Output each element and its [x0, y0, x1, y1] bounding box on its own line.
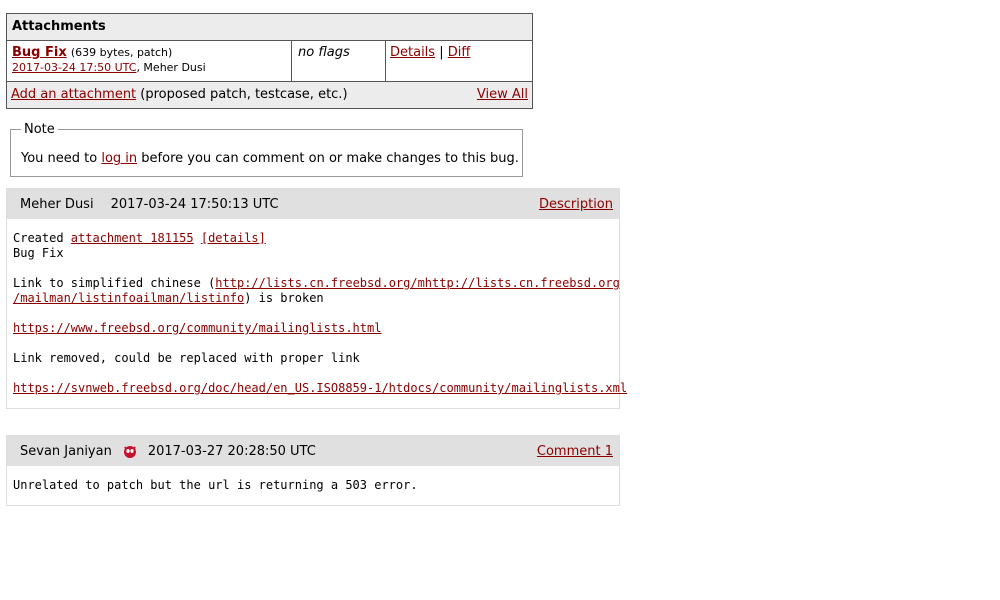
- comment-author[interactable]: Sevan Janiyan: [20, 444, 112, 459]
- note-legend: Note: [21, 122, 58, 137]
- comment-header: Sevan Janiyan 2017-03-27 20:28:50 UTC Co…: [7, 436, 619, 466]
- attachment-details-link[interactable]: Details: [390, 45, 435, 60]
- add-attachment-area: Add an attachment (proposed patch, testc…: [11, 82, 348, 108]
- add-attachment-link[interactable]: Add an attachment: [11, 87, 136, 102]
- attachments-header: Attachments: [7, 14, 532, 41]
- attachment-meta: (639 bytes, patch): [70, 46, 173, 59]
- comment-header: Meher Dusi 2017-03-24 17:50:13 UTC Descr…: [7, 189, 619, 219]
- comment-time: 2017-03-27 20:28:50 UTC: [147, 443, 316, 459]
- view-all-link[interactable]: View All: [477, 82, 528, 108]
- comment-time: 2017-03-24 17:50:13 UTC: [110, 196, 279, 212]
- attachments-footer: Add an attachment (proposed patch, testc…: [7, 82, 532, 108]
- comment-description: Meher Dusi 2017-03-24 17:50:13 UTC Descr…: [6, 188, 627, 409]
- attachments-table: Attachments Bug Fix (639 bytes, patch) 2…: [6, 13, 533, 109]
- attachment-info: Bug Fix (639 bytes, patch) 2017-03-24 17…: [7, 41, 292, 81]
- comment-line: Bug Fix: [13, 246, 64, 260]
- url-link[interactable]: https://svnweb.freebsd.org/doc/head/en_U…: [13, 381, 627, 395]
- attachment-row: Bug Fix (639 bytes, patch) 2017-03-24 17…: [7, 41, 532, 82]
- attachment-flags: no flags: [292, 41, 386, 81]
- comment-body: Unrelated to patch but the url is return…: [13, 478, 418, 492]
- add-attachment-hint: (proposed patch, testcase, etc.): [136, 87, 348, 102]
- description-link[interactable]: Description: [539, 197, 613, 212]
- comment-line: Link to simplified chinese (: [13, 276, 216, 290]
- created-text: Created: [13, 231, 71, 245]
- note-box: Note You need to log in before you can c…: [10, 122, 523, 177]
- freebsd-daemon-icon: [122, 443, 138, 459]
- comment-1-link[interactable]: Comment 1: [537, 444, 613, 459]
- attachment-date-link[interactable]: 2017-03-24 17:50 UTC: [12, 61, 136, 74]
- attachment-link[interactable]: attachment 181155: [71, 231, 194, 245]
- note-text: You need to log in before you can commen…: [21, 151, 519, 166]
- url-link[interactable]: http://lists.cn.freebsd.org/mhttp://list…: [215, 276, 620, 290]
- details-link[interactable]: [details]: [201, 231, 266, 245]
- note-suffix: before you can comment on or make change…: [137, 151, 519, 166]
- comment-1: Sevan Janiyan 2017-03-27 20:28:50 UTC Co…: [6, 435, 620, 506]
- url-link-continued[interactable]: /mailman/listinfoailman/listinfo: [13, 291, 244, 305]
- attachment-sub: 2017-03-24 17:50 UTC, Meher Dusi: [12, 61, 286, 74]
- comment-author[interactable]: Meher Dusi: [20, 197, 94, 212]
- attachment-diff-link[interactable]: Diff: [448, 45, 471, 60]
- comment-line: ) is broken: [244, 291, 324, 305]
- note-prefix: You need to: [21, 151, 102, 166]
- action-separator: |: [439, 45, 444, 60]
- attachment-title-link[interactable]: Bug Fix: [12, 45, 67, 60]
- attachment-author: , Meher Dusi: [136, 61, 206, 74]
- comment-body: Created attachment 181155 [details] Bug …: [7, 219, 627, 396]
- attachment-actions: Details | Diff: [386, 41, 532, 81]
- login-link[interactable]: log in: [101, 151, 137, 166]
- url-link[interactable]: https://www.freebsd.org/community/mailin…: [13, 321, 381, 335]
- comment-line: Link removed, could be replaced with pro…: [13, 351, 360, 365]
